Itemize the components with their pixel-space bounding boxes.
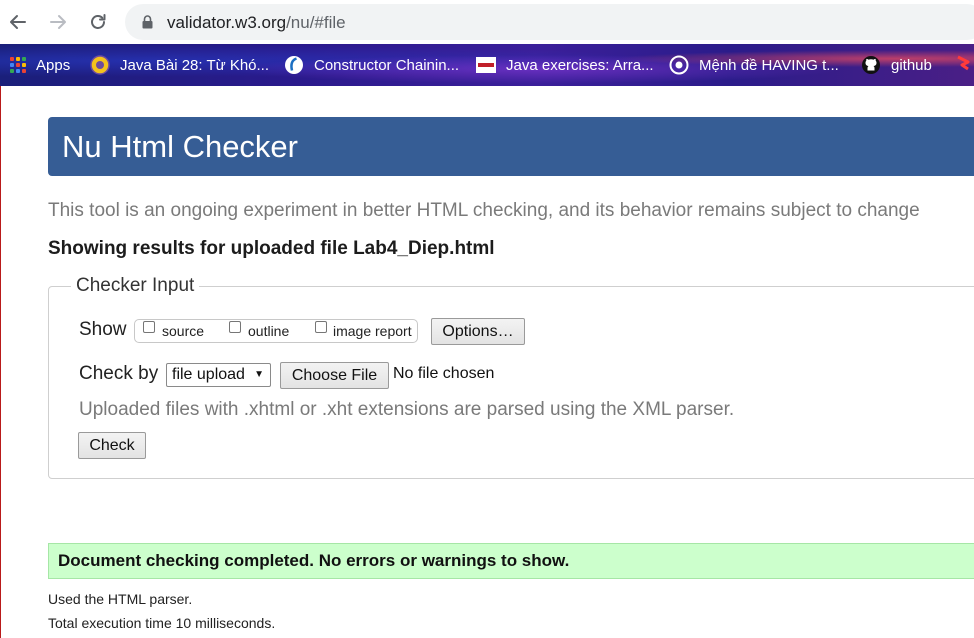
forward-arrow-icon[interactable] <box>46 10 70 34</box>
dropdown-arrow-icon: ▼ <box>254 369 264 380</box>
java-site-icon <box>90 55 110 75</box>
bookmarks-bar: Apps Java Bài 28: Từ Khó... Constructor … <box>0 44 974 86</box>
success-message-box: Document checking completed. No errors o… <box>48 543 974 579</box>
w3resource-icon <box>476 55 496 75</box>
parser-note: Used the HTML parser. <box>48 591 193 607</box>
no-file-chosen-text: No file chosen <box>393 365 495 382</box>
image-report-checkbox-label: image report <box>333 323 412 339</box>
page-edge <box>0 86 1 638</box>
bookmark-java-exercises[interactable]: Java exercises: Arra... <box>476 44 654 86</box>
bookmark-label: Constructor Chainin... <box>314 56 460 74</box>
choose-file-button[interactable]: Choose File <box>280 362 389 389</box>
page-title: Nu Html Checker <box>62 129 298 164</box>
show-label: Show <box>79 319 127 340</box>
bookmark-menh-de-having[interactable]: Mệnh đề HAVING t... <box>669 44 839 86</box>
success-message: Document checking completed. No errors o… <box>58 551 570 570</box>
url-host: validator.w3.org <box>167 13 287 32</box>
back-arrow-icon[interactable] <box>6 10 30 34</box>
bookmark-label: github <box>891 56 932 74</box>
check-button[interactable]: Check <box>78 432 146 459</box>
tutorial-site-icon <box>284 55 304 75</box>
tagline: This tool is an ongoing experiment in be… <box>48 200 920 221</box>
apps-grid-icon <box>10 57 26 73</box>
results-heading: Showing results for uploaded file Lab4_D… <box>48 238 495 259</box>
site-circle-icon <box>669 55 689 75</box>
bookmark-overflow-icon <box>954 53 974 77</box>
bookmark-label: Java exercises: Arra... <box>506 56 654 74</box>
options-button[interactable]: Options… <box>431 318 525 345</box>
bookmark-label: Apps <box>36 56 71 74</box>
checker-input-legend: Checker Input <box>71 275 200 297</box>
url-path: /nu/#file <box>286 13 346 32</box>
check-by-selected-value: file upload <box>172 366 245 383</box>
lock-icon <box>142 15 153 29</box>
url-text: validator.w3.org/nu/#file <box>167 13 346 33</box>
reload-icon[interactable] <box>86 10 110 34</box>
outline-checkbox[interactable] <box>229 321 241 333</box>
browser-toolbar: validator.w3.org/nu/#file <box>0 0 974 45</box>
github-icon <box>861 55 881 75</box>
source-checkbox[interactable] <box>143 321 155 333</box>
bookmark-github[interactable]: github <box>861 44 932 86</box>
source-checkbox-label: source <box>162 323 205 339</box>
bookmark-apps[interactable]: Apps <box>10 44 70 86</box>
xml-parser-hint: Uploaded files with .xhtml or .xht exten… <box>79 399 735 420</box>
page-header: Nu Html Checker <box>48 117 974 176</box>
image-report-checkbox[interactable] <box>315 321 327 333</box>
bookmark-overflow[interactable] <box>954 44 974 86</box>
bookmark-label: Mệnh đề HAVING t... <box>699 56 839 74</box>
check-by-select[interactable]: file upload ▼ <box>166 363 271 387</box>
bookmark-constructor-chaining[interactable]: Constructor Chainin... <box>284 44 459 86</box>
bookmark-java-bai-28[interactable]: Java Bài 28: Từ Khó... <box>90 44 269 86</box>
outline-checkbox-label: outline <box>248 323 290 339</box>
bookmark-label: Java Bài 28: Từ Khó... <box>120 56 270 74</box>
check-by-label: Check by <box>79 363 159 384</box>
address-bar[interactable]: validator.w3.org/nu/#file <box>125 4 974 40</box>
timing-note: Total execution time 10 milliseconds. <box>48 615 276 631</box>
